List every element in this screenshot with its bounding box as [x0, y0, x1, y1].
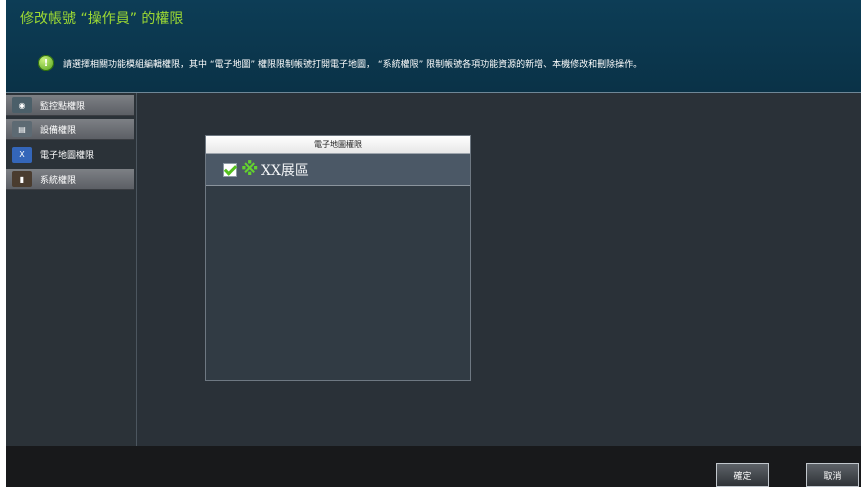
checkbox[interactable] — [223, 162, 237, 177]
sidebar-item-label: 電子地圖權限 — [40, 151, 95, 161]
sidebar-item-label: 系統權限 — [40, 175, 77, 186]
cancel-button[interactable]: 取消 — [806, 463, 859, 487]
device-icon: ▤ — [12, 121, 32, 137]
confirm-button[interactable]: 確定 — [716, 463, 769, 487]
sidebar-item-map-permission[interactable]: X 電子地圖權限 — [6, 144, 134, 165]
map-area-icon: ※ — [241, 158, 259, 180]
list-item-label: XX展區 — [261, 162, 309, 179]
app-window: 修改帳號 “操作員” 的權限 ! 請選擇相關功能模組編輯權限，其中 “電子地圖”… — [6, 0, 861, 487]
notice-text: 請選擇相關功能模組編輯權限，其中 “電子地圖” 權限限制帳號打開電子地圖， “系… — [63, 59, 643, 70]
page-title: 修改帳號 “操作員” 的權限 — [20, 11, 184, 27]
map-permission-panel: 電子地圖權限 ※ XX展區 — [205, 135, 471, 381]
sidebar: ◉ 監控點權限 ▤ 設備權限 X 電子地圖權限 ▮ 系統權限 — [6, 93, 137, 446]
map-icon: X — [12, 146, 32, 163]
sidebar-item-label: 設備權限 — [40, 125, 77, 136]
system-icon: ▮ — [12, 171, 32, 187]
sidebar-item-camera-permission[interactable]: ◉ 監控點權限 — [6, 95, 134, 116]
footer-bar: 確定 取消 — [6, 446, 861, 487]
content-area: 電子地圖權限 ※ XX展區 — [137, 93, 861, 446]
header: 修改帳號 “操作員” 的權限 ! 請選擇相關功能模組編輯權限，其中 “電子地圖”… — [6, 0, 861, 93]
info-icon: ! — [38, 55, 54, 71]
sidebar-item-system-permission[interactable]: ▮ 系統權限 — [6, 169, 134, 190]
sidebar-item-label: 監控點權限 — [40, 101, 86, 112]
panel-title: 電子地圖權限 — [206, 136, 470, 154]
sidebar-item-device-permission[interactable]: ▤ 設備權限 — [6, 119, 134, 140]
list-item[interactable]: ※ XX展區 — [206, 154, 470, 186]
camera-icon: ◉ — [12, 97, 32, 113]
notice-bar: ! 請選擇相關功能模組編輯權限，其中 “電子地圖” 權限限制帳號打開電子地圖， … — [38, 55, 856, 71]
